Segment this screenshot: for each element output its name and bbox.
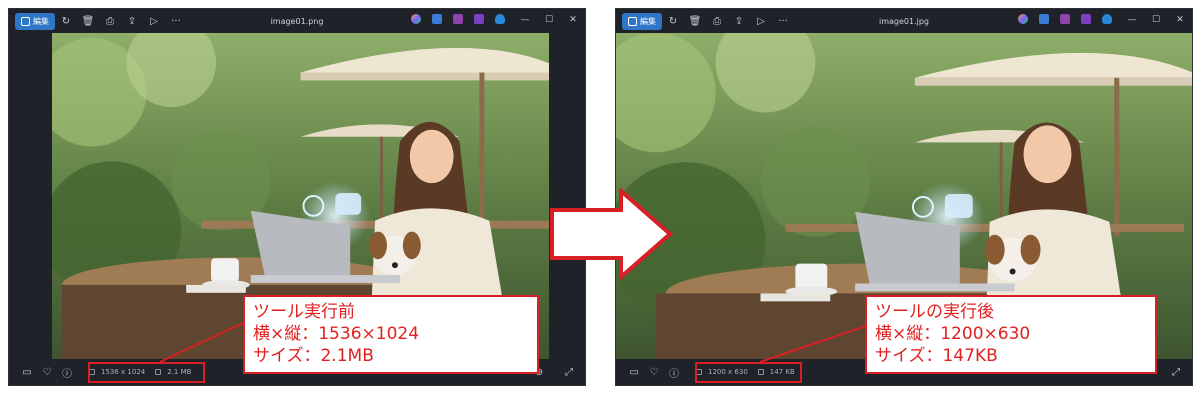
trash-icon[interactable]: 🗑: [77, 12, 99, 30]
window-controls: — ☐ ✕: [1120, 9, 1192, 31]
printer-icon[interactable]: ⎙: [99, 12, 121, 30]
edit-label: 編集: [33, 16, 49, 26]
fullscreen-icon[interactable]: ⤢: [559, 362, 579, 382]
title-bar: 編集 ↻ 🗑 ⎙ ⇪ ▷ ··· image01.jpg — ☐ ✕: [616, 9, 1192, 33]
designer-icon[interactable]: [1039, 14, 1049, 24]
clipchamp-alt-icon[interactable]: [1081, 14, 1091, 24]
more-icon[interactable]: ···: [772, 12, 794, 30]
info-icon[interactable]: ⓘ: [57, 362, 77, 382]
trash-icon[interactable]: 🗑: [684, 12, 706, 30]
fullscreen-icon[interactable]: ⤢: [1166, 362, 1186, 382]
minimize-icon[interactable]: —: [1120, 9, 1144, 31]
edit-icon: [628, 16, 637, 26]
meta-highlight-after: [695, 362, 802, 383]
close-icon[interactable]: ✕: [1168, 9, 1192, 31]
edit-icon: [21, 16, 30, 26]
callout-line: 横×縦：1536×1024: [253, 324, 420, 344]
app-shortcuts: [1018, 14, 1112, 24]
maximize-icon[interactable]: ☐: [537, 9, 561, 31]
heart-icon[interactable]: ♡: [644, 362, 664, 382]
designer-icon[interactable]: [432, 14, 442, 24]
callout-after: ツールの実行後 横×縦：1200×630 サイズ：147KB: [865, 295, 1157, 374]
callout-line: サイズ：147KB: [875, 346, 998, 366]
edit-button[interactable]: 編集: [622, 12, 662, 30]
more-icon[interactable]: ···: [165, 12, 187, 30]
onedrive-icon[interactable]: [495, 14, 505, 24]
share-icon[interactable]: ⇪: [121, 12, 143, 30]
callout-line: ツール実行前: [253, 302, 355, 322]
share-icon[interactable]: ⇪: [728, 12, 750, 30]
slideshow-icon[interactable]: ▷: [750, 12, 772, 30]
window-controls: — ☐ ✕: [513, 9, 585, 31]
info-icon[interactable]: ⓘ: [664, 362, 684, 382]
clipchamp-icon[interactable]: [1060, 14, 1070, 24]
maximize-icon[interactable]: ☐: [1144, 9, 1168, 31]
filmstrip-icon[interactable]: ▭: [624, 362, 644, 382]
rotate-icon[interactable]: ↻: [662, 12, 684, 30]
printer-icon[interactable]: ⎙: [706, 12, 728, 30]
status-right: ⤢: [1166, 362, 1186, 382]
callout-line: 横×縦：1200×630: [875, 324, 1031, 344]
rotate-icon[interactable]: ↻: [55, 12, 77, 30]
heart-icon[interactable]: ♡: [37, 362, 57, 382]
app-shortcuts: [411, 14, 505, 24]
close-icon[interactable]: ✕: [561, 9, 585, 31]
arrow-right-icon: [550, 188, 674, 280]
callout-line: ツールの実行後: [875, 302, 994, 322]
callout-line: サイズ：2.1MB: [253, 346, 374, 366]
clipchamp-icon[interactable]: [453, 14, 463, 24]
edit-button[interactable]: 編集: [15, 12, 55, 30]
copilot-icon[interactable]: [1018, 14, 1028, 24]
slideshow-icon[interactable]: ▷: [143, 12, 165, 30]
callout-before: ツール実行前 横×縦：1536×1024 サイズ：2.1MB: [243, 295, 539, 374]
minimize-icon[interactable]: —: [513, 9, 537, 31]
copilot-icon[interactable]: [411, 14, 421, 24]
onedrive-icon[interactable]: [1102, 14, 1112, 24]
edit-label: 編集: [640, 16, 656, 26]
clipchamp-alt-icon[interactable]: [474, 14, 484, 24]
meta-highlight-before: [88, 362, 205, 383]
filmstrip-icon[interactable]: ▭: [17, 362, 37, 382]
title-bar: 編集 ↻ 🗑 ⎙ ⇪ ▷ ··· image01.png — ☐ ✕: [9, 9, 585, 33]
